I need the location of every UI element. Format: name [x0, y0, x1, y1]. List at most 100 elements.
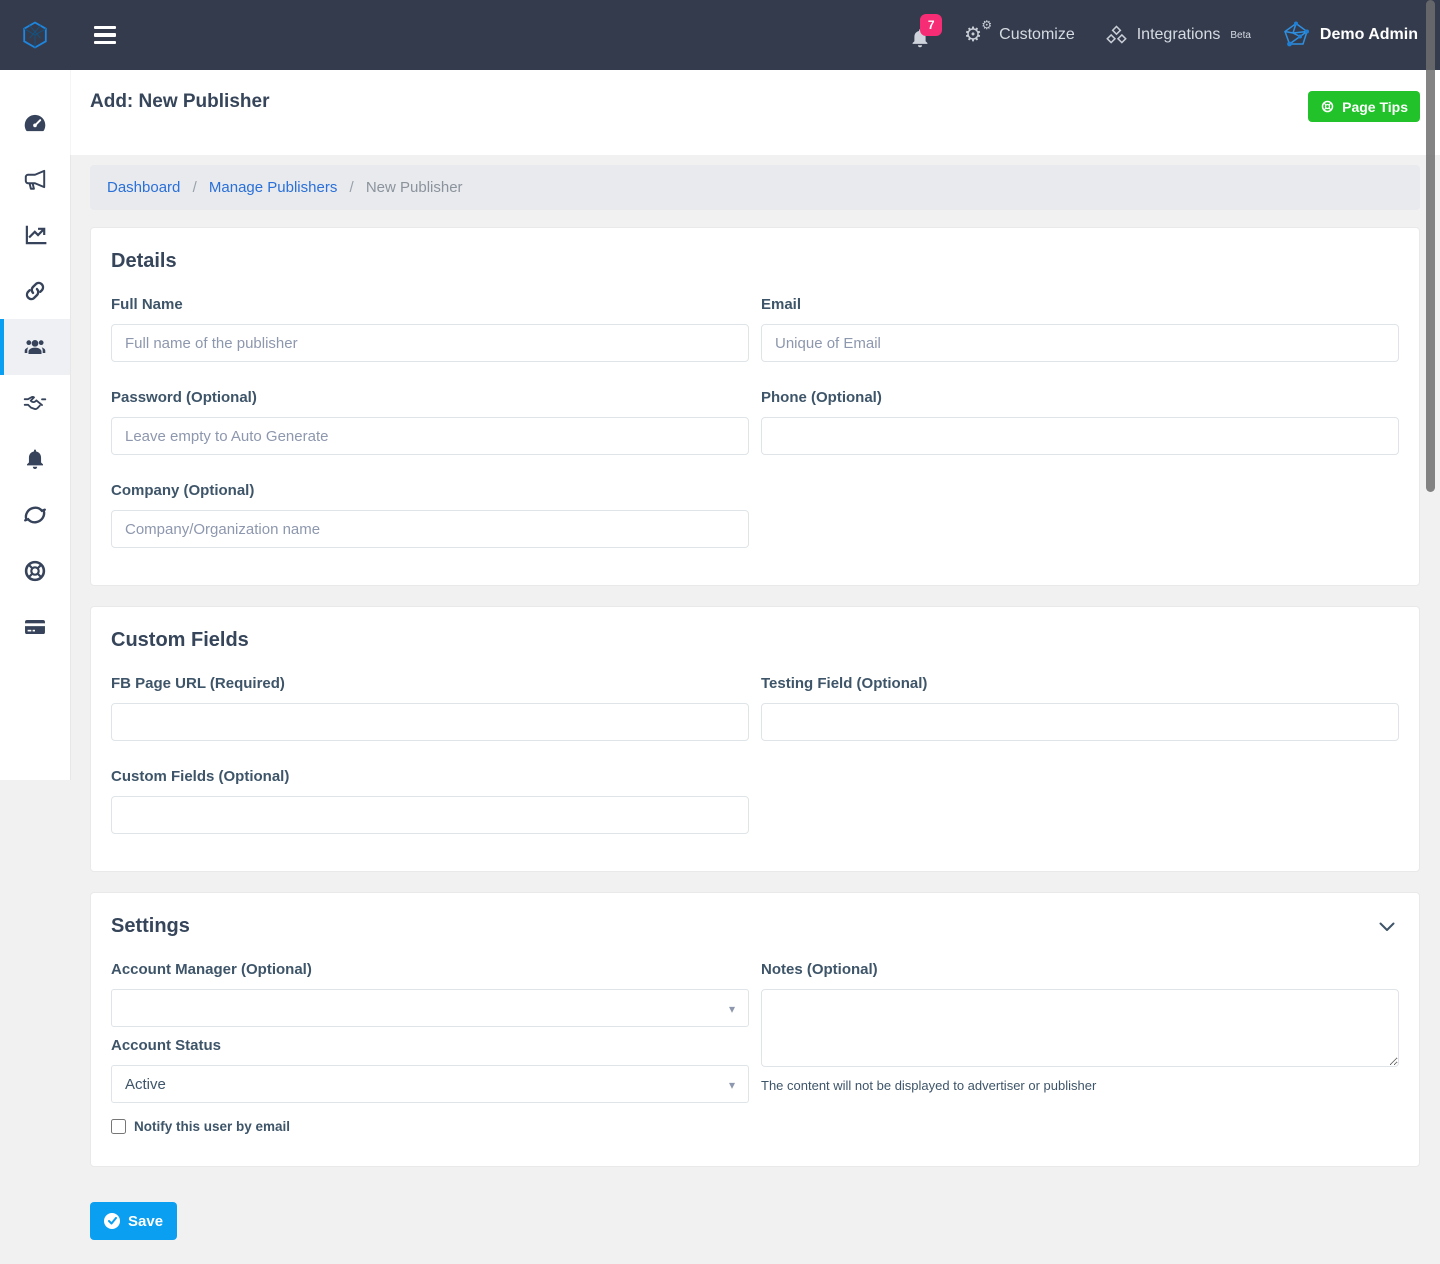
app-logo-icon[interactable]	[20, 19, 52, 51]
account-manager-label: Account Manager (Optional)	[111, 961, 749, 978]
details-title: Details	[111, 250, 1399, 273]
company-input[interactable]	[111, 510, 749, 548]
fb-page-url-input[interactable]	[111, 703, 749, 741]
swoosh-circle-icon	[22, 502, 48, 528]
cubes-icon	[1105, 24, 1128, 47]
notes-label: Notes (Optional)	[761, 961, 1399, 978]
settings-title: Settings	[111, 915, 190, 938]
bell-icon	[22, 446, 48, 472]
notifications-bell-icon[interactable]: 7	[908, 20, 934, 50]
sidebar-item-reports[interactable]	[0, 207, 70, 263]
page-header: Add: New Publisher Page Tips	[70, 70, 1440, 155]
page-content: Dashboard / Manage Publishers / New Publ…	[70, 155, 1440, 1240]
vertical-scrollbar[interactable]	[1426, 0, 1435, 492]
user-name: Demo Admin	[1320, 26, 1418, 44]
dashboard-icon	[22, 110, 48, 136]
testing-field-input[interactable]	[761, 703, 1399, 741]
notes-group: Notes (Optional) The content will not be…	[761, 961, 1399, 1093]
sidebar-item-publishers[interactable]	[0, 319, 70, 375]
chart-line-icon	[22, 222, 48, 248]
page-tips-button[interactable]: Page Tips	[1308, 91, 1420, 122]
users-icon	[22, 334, 48, 360]
full-name-field-group: Full Name	[111, 296, 749, 362]
company-field-group: Company (Optional)	[111, 482, 749, 548]
sidebar-item-billing[interactable]	[0, 599, 70, 655]
avatar	[1281, 20, 1311, 50]
integrations-label: Integrations	[1137, 26, 1221, 44]
sidebar-item-links[interactable]	[0, 263, 70, 319]
password-input[interactable]	[111, 417, 749, 455]
sidebar-item-support[interactable]	[0, 543, 70, 599]
full-name-label: Full Name	[111, 296, 749, 313]
email-label: Email	[761, 296, 1399, 313]
main-area: Add: New Publisher Page Tips Dashboard /…	[70, 70, 1440, 1264]
fb-page-url-field-group: FB Page URL (Required)	[111, 675, 749, 741]
left-sidebar	[0, 70, 70, 780]
breadcrumb: Dashboard / Manage Publishers / New Publ…	[90, 165, 1420, 210]
phone-label: Phone (Optional)	[761, 389, 1399, 406]
sidebar-item-dashboard[interactable]	[0, 95, 70, 151]
phone-input[interactable]	[761, 417, 1399, 455]
gears-icon: ⚙⚙	[964, 22, 990, 48]
email-field-group: Email	[761, 296, 1399, 362]
top-navbar: 7 ⚙⚙ Customize Integrations Beta	[0, 0, 1440, 70]
notification-count-badge: 7	[920, 14, 942, 36]
check-circle-icon	[104, 1213, 120, 1229]
breadcrumb-separator: /	[193, 179, 197, 196]
fb-page-url-label: FB Page URL (Required)	[111, 675, 749, 692]
save-button[interactable]: Save	[90, 1202, 177, 1240]
page-tips-label: Page Tips	[1342, 99, 1408, 115]
credit-card-icon	[22, 614, 48, 640]
save-label: Save	[128, 1213, 163, 1230]
notify-checkbox-label[interactable]: Notify this user by email	[134, 1119, 290, 1134]
breadcrumb-dashboard[interactable]: Dashboard	[107, 179, 180, 196]
custom-fields-group: Custom Fields (Optional)	[111, 768, 749, 834]
chevron-down-icon	[729, 1000, 735, 1017]
details-card: Details Full Name Email Password (Option…	[90, 227, 1420, 586]
full-name-input[interactable]	[111, 324, 749, 362]
beta-badge: Beta	[1230, 30, 1251, 41]
testing-field-group: Testing Field (Optional)	[761, 675, 1399, 741]
settings-right-column: Notes (Optional) The content will not be…	[761, 961, 1399, 1103]
account-manager-group: Account Manager (Optional)	[111, 961, 749, 1027]
collapse-chevron-down-icon[interactable]	[1375, 918, 1399, 936]
phone-field-group: Phone (Optional)	[761, 389, 1399, 455]
user-menu[interactable]: Demo Admin	[1281, 20, 1418, 50]
sidebar-item-advertisers[interactable]	[0, 375, 70, 431]
handshake-icon	[22, 390, 48, 416]
notify-checkbox-row: Notify this user by email	[111, 1119, 1399, 1134]
account-manager-select[interactable]	[111, 989, 749, 1027]
life-ring-icon	[1320, 99, 1335, 114]
account-status-select[interactable]: Active	[111, 1065, 749, 1103]
account-status-value: Active	[125, 1076, 166, 1093]
settings-card: Settings Account Manager (Optional)	[90, 892, 1420, 1167]
account-status-label: Account Status	[111, 1037, 749, 1054]
customize-menu-item[interactable]: ⚙⚙ Customize	[964, 22, 1075, 48]
customize-label: Customize	[999, 26, 1075, 44]
menu-toggle-button[interactable]	[88, 20, 122, 51]
page-title: Add: New Publisher	[90, 91, 269, 113]
custom-fields-card: Custom Fields FB Page URL (Required) Tes…	[90, 606, 1420, 872]
breadcrumb-current: New Publisher	[366, 179, 463, 196]
breadcrumb-separator: /	[350, 179, 354, 196]
breadcrumb-manage-publishers[interactable]: Manage Publishers	[209, 179, 337, 196]
password-field-group: Password (Optional)	[111, 389, 749, 455]
sidebar-item-feedback[interactable]	[0, 487, 70, 543]
account-status-group: Account Status Active	[111, 1037, 749, 1103]
notes-help-text: The content will not be displayed to adv…	[761, 1078, 1399, 1093]
sidebar-item-campaigns[interactable]	[0, 151, 70, 207]
custom-fields-label: Custom Fields (Optional)	[111, 768, 749, 785]
email-input[interactable]	[761, 324, 1399, 362]
link-icon	[22, 278, 48, 304]
chevron-down-icon	[729, 1076, 735, 1093]
life-ring-icon	[22, 558, 48, 584]
settings-left-column: Account Manager (Optional) Account Statu…	[111, 961, 749, 1103]
password-label: Password (Optional)	[111, 389, 749, 406]
company-label: Company (Optional)	[111, 482, 749, 499]
testing-field-label: Testing Field (Optional)	[761, 675, 1399, 692]
custom-fields-input[interactable]	[111, 796, 749, 834]
notify-checkbox[interactable]	[111, 1119, 126, 1134]
notes-textarea[interactable]	[761, 989, 1399, 1067]
integrations-menu-item[interactable]: Integrations Beta	[1105, 24, 1251, 47]
sidebar-item-notifications[interactable]	[0, 431, 70, 487]
